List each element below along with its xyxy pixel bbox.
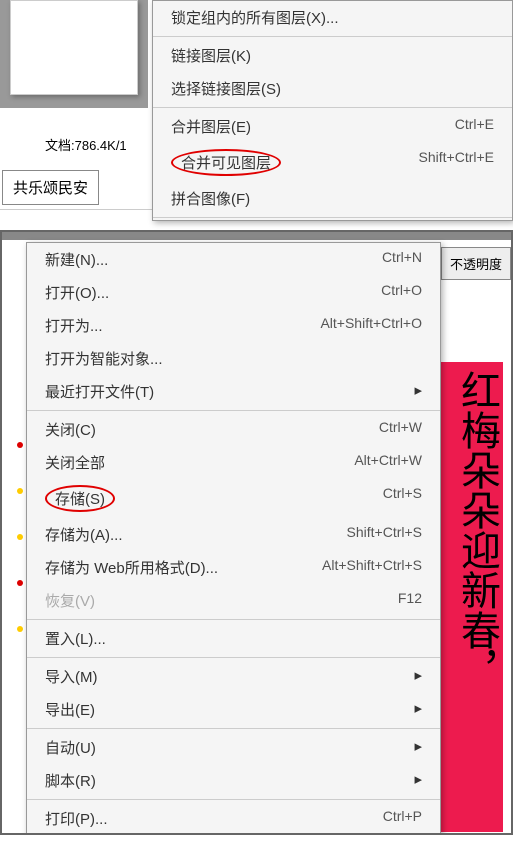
swatch-yellow [17, 488, 23, 494]
menu-label: 恢复(V) [45, 590, 95, 611]
text-layer-preview: 共乐颂民安 [2, 170, 99, 205]
shortcut: Ctrl+O [381, 282, 422, 303]
menu-label: 选择链接图层(S) [171, 78, 281, 99]
menu-label: 新建(N)... [45, 249, 108, 270]
red-vertical-banner: 红梅朵朵迎新春， [438, 362, 503, 832]
layer-context-menu: 锁定组内的所有图层(X)... 链接图层(K) 选择链接图层(S) 合并图层(E… [152, 0, 513, 221]
menu-close[interactable]: 关闭(C) Ctrl+W [27, 413, 440, 446]
highlight-oval: 合并可见图层 [171, 149, 281, 176]
shortcut: Ctrl+P [383, 808, 422, 829]
menu-label: 脚本(R) [45, 770, 96, 791]
menu-select-linked[interactable]: 选择链接图层(S) [153, 72, 512, 105]
shortcut: Ctrl+N [382, 249, 422, 270]
chevron-right-icon: ▸ [414, 737, 422, 758]
chevron-right-icon: ▸ [414, 666, 422, 687]
menu-label: 存储为 Web所用格式(D)... [45, 557, 218, 578]
menu-label: 最近打开文件(T) [45, 381, 154, 402]
menu-label: 存储(S) [45, 485, 115, 512]
shortcut: F12 [398, 590, 422, 611]
menu-merge-visible[interactable]: 合并可见图层 Shift+Ctrl+E [153, 143, 512, 182]
shortcut: Alt+Shift+Ctrl+O [320, 315, 422, 336]
shortcut: Ctrl+E [455, 116, 494, 137]
menu-separator [27, 799, 440, 800]
menu-recent-files[interactable]: 最近打开文件(T) ▸ [27, 375, 440, 408]
menu-import[interactable]: 导入(M) ▸ [27, 660, 440, 693]
opacity-label[interactable]: 不透明度 [441, 247, 511, 280]
menu-label: 打开为智能对象... [45, 348, 163, 369]
menu-label: 存储为(A)... [45, 524, 123, 545]
menu-label: 置入(L)... [45, 628, 106, 649]
menu-label: 自动(U) [45, 737, 96, 758]
menu-lock-all-layers[interactable]: 锁定组内的所有图层(X)... [153, 1, 512, 34]
menu-label: 打开(O)... [45, 282, 109, 303]
menu-separator [27, 410, 440, 411]
file-menu: 新建(N)... Ctrl+N 打开(O)... Ctrl+O 打开为... A… [26, 242, 441, 835]
bottom-section: GXT网 system.com 新建(N)... Ctrl+N 打开(O)...… [0, 230, 513, 835]
shortcut: Shift+Ctrl+S [347, 524, 422, 545]
shortcut: Ctrl+W [379, 419, 422, 440]
canvas-document[interactable] [10, 0, 138, 95]
menu-label: 关闭全部 [45, 452, 105, 473]
menu-save-as[interactable]: 存储为(A)... Shift+Ctrl+S [27, 518, 440, 551]
menu-label: 合并图层(E) [171, 116, 251, 137]
menu-separator [153, 217, 512, 218]
menu-separator [27, 619, 440, 620]
menu-place[interactable]: 置入(L)... [27, 622, 440, 655]
chevron-right-icon: ▸ [414, 770, 422, 791]
shortcut: Shift+Ctrl+E [419, 149, 494, 176]
menu-separator [27, 728, 440, 729]
menu-label: 关闭(C) [45, 419, 96, 440]
swatch-red [17, 580, 23, 586]
menu-export[interactable]: 导出(E) ▸ [27, 693, 440, 726]
menu-open[interactable]: 打开(O)... Ctrl+O [27, 276, 440, 309]
menu-label: 打开为... [45, 315, 103, 336]
swatch-yellow [17, 534, 23, 540]
highlight-oval: 存储(S) [45, 485, 115, 512]
menubar-strip [2, 232, 511, 240]
top-section: 文档:786.4K/1 共乐颂民安 锁定组内的所有图层(X)... 链接图层(K… [0, 0, 513, 210]
menu-print[interactable]: 打印(P)... Ctrl+P [27, 802, 440, 835]
document-info: 文档:786.4K/1 [45, 135, 127, 154]
menu-new[interactable]: 新建(N)... Ctrl+N [27, 243, 440, 276]
swatch-red [17, 442, 23, 448]
menu-revert: 恢复(V) F12 [27, 584, 440, 617]
shortcut: Alt+Shift+Ctrl+S [322, 557, 422, 578]
shortcut: Ctrl+S [383, 485, 422, 512]
menu-automate[interactable]: 自动(U) ▸ [27, 731, 440, 764]
menu-open-smart-object[interactable]: 打开为智能对象... [27, 342, 440, 375]
menu-label: 拼合图像(F) [171, 188, 250, 209]
menu-close-all[interactable]: 关闭全部 Alt+Ctrl+W [27, 446, 440, 479]
menu-merge-layers[interactable]: 合并图层(E) Ctrl+E [153, 110, 512, 143]
chevron-right-icon: ▸ [414, 381, 422, 402]
menu-separator [27, 657, 440, 658]
swatch-yellow [17, 626, 23, 632]
canvas-area [0, 0, 148, 108]
menu-open-as[interactable]: 打开为... Alt+Shift+Ctrl+O [27, 309, 440, 342]
menu-label: 链接图层(K) [171, 45, 251, 66]
menu-label: 导入(M) [45, 666, 98, 687]
menu-flatten-image[interactable]: 拼合图像(F) [153, 182, 512, 215]
menu-label: 锁定组内的所有图层(X)... [171, 7, 339, 28]
menu-save-for-web[interactable]: 存储为 Web所用格式(D)... Alt+Shift+Ctrl+S [27, 551, 440, 584]
menu-separator [153, 107, 512, 108]
menu-separator [153, 36, 512, 37]
menu-link-layers[interactable]: 链接图层(K) [153, 39, 512, 72]
menu-save[interactable]: 存储(S) Ctrl+S [27, 479, 440, 518]
menu-label: 打印(P)... [45, 808, 108, 829]
menu-scripts[interactable]: 脚本(R) ▸ [27, 764, 440, 797]
menu-label: 合并可见图层 [171, 149, 281, 176]
shortcut: Alt+Ctrl+W [354, 452, 422, 473]
right-panel: 不透明度 [441, 247, 511, 280]
chevron-right-icon: ▸ [414, 699, 422, 720]
menu-label: 导出(E) [45, 699, 95, 720]
color-swatches [17, 402, 23, 802]
